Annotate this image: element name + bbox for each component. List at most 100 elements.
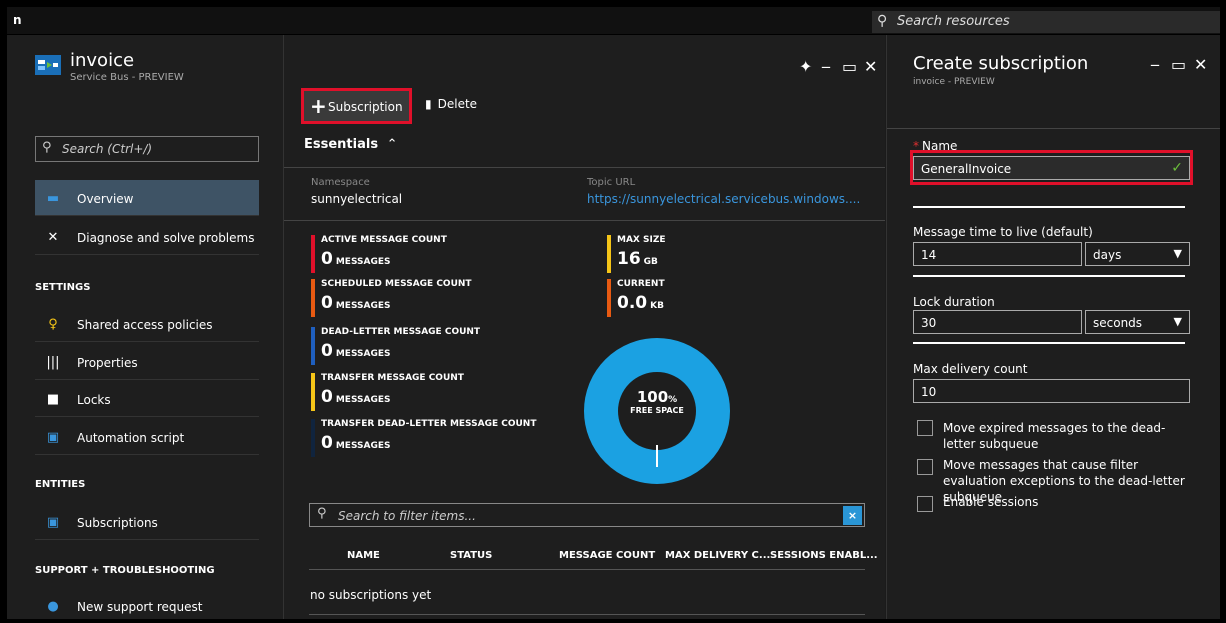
lock-duration-input[interactable]: 30 [913,310,1082,334]
nav-item-shared-access-policies[interactable]: ♀ Shared access policies [35,306,259,342]
metric-label: ACTIVE MESSAGE COUNT [321,235,447,245]
ttl-input-value: 14 [921,248,937,262]
column-header-sessions-enabled[interactable]: SESSIONS ENABL... [770,550,878,561]
minimize-icon[interactable]: _ [822,49,830,68]
metric-color-bar [311,419,315,457]
ttl-unit-value: days [1093,248,1122,262]
chevron-up-icon: ⌃ [386,137,398,152]
minimize-icon[interactable]: _ [1151,47,1159,66]
checkmark-icon: ✓ [1171,160,1183,176]
subscription-button-label: Subscription [328,100,403,114]
donut-value-number: 100 [636,388,669,406]
app-letter: n [13,13,22,27]
metric-unit: MESSAGES [335,257,391,267]
column-header-message-count[interactable]: MESSAGE COUNT [559,550,655,561]
nav-item-label: New support request [77,600,203,614]
delete-button[interactable]: ▮ Delete [425,97,477,111]
blade-header: invoice Service Bus - PREVIEW ✦ _ ▭ ✕ [7,35,885,127]
maximize-icon[interactable]: ▭ [1171,55,1186,74]
script-icon: ▣ [46,430,60,445]
subscriptions-icon: ▣ [46,515,60,530]
essentials-title: Essentials [304,137,379,152]
max-delivery-input[interactable]: 10 [913,379,1190,403]
ttl-input[interactable]: 14 [913,242,1082,266]
search-icon: ⚲ [42,140,52,155]
metric-unit: MESSAGES [335,441,391,451]
max-delivery-value: 10 [921,385,937,399]
column-header-name[interactable]: NAME [347,550,380,561]
metric-unit: KB [650,301,664,311]
essentials-panel: Essentials ⌃ Namespace sunnyelectrical T… [284,127,885,619]
metric-value: 0 [321,341,333,361]
left-nav: ⚲ Search (Ctrl+/) ▬ Overview ✕ Diagnose … [29,127,265,619]
nav-search-placeholder: Search (Ctrl+/) [62,142,153,156]
nav-item-subscriptions[interactable]: ▣ Subscriptions [35,504,259,540]
metric-value: 0 [321,433,333,453]
divider [913,342,1185,344]
search-resources-input[interactable]: ⚲ Search resources [872,11,1220,33]
column-header-status[interactable]: STATUS [450,550,492,561]
search-icon: ⚲ [877,13,888,29]
donut-value: 100% [584,388,730,406]
metric-label: TRANSFER DEAD-LETTER MESSAGE COUNT [321,419,537,429]
metric-unit: MESSAGES [335,349,391,359]
nav-item-label: Subscriptions [77,516,158,530]
blade-subtitle: Service Bus - PREVIEW [70,72,184,83]
dead-letter-expired-checkbox[interactable] [917,420,933,436]
key-icon: ♀ [48,317,58,332]
metric-unit: MESSAGES [335,301,391,311]
empty-table-message: no subscriptions yet [310,588,432,602]
nav-search-input[interactable]: ⚲ Search (Ctrl+/) [35,136,259,162]
topic-url-link[interactable]: https://sunnyelectrical.servicebus.windo… [587,192,860,206]
metric-color-bar [311,373,315,411]
nav-item-new-support-request[interactable]: ● New support request [35,588,259,619]
metric-label: DEAD-LETTER MESSAGE COUNT [321,327,481,337]
enable-sessions-label: Enable sessions [943,495,1039,509]
divider [309,569,865,570]
clear-filter-button[interactable]: × [843,506,862,525]
delete-button-label: Delete [437,97,478,111]
close-icon[interactable]: ✕ [1194,55,1207,74]
nav-item-locks[interactable]: ■ Locks [35,381,259,417]
metric-unit: GB [643,257,658,267]
metric-color-bar [311,327,315,365]
dead-letter-filter-checkbox[interactable] [917,459,933,475]
search-placeholder: Search resources [897,14,1010,29]
nav-item-overview[interactable]: ▬ Overview [35,180,259,216]
divider [284,220,885,221]
nav-item-automation-script[interactable]: ▣ Automation script [35,419,259,455]
chevron-down-icon: ▼ [1173,315,1182,328]
lock-duration-value: 30 [921,316,937,330]
metric-unit: MESSAGES [335,395,391,405]
metric-label: TRANSFER MESSAGE COUNT [321,373,464,383]
pin-icon[interactable]: ✦ [799,57,812,76]
add-subscription-button[interactable]: + Subscription [301,88,412,124]
lock-unit-select[interactable]: seconds ▼ [1085,310,1190,334]
wrench-icon: ✕ [47,230,59,245]
support-icon: ● [47,599,59,614]
invoice-blade: invoice Service Bus - PREVIEW ✦ _ ▭ ✕ + … [7,35,885,619]
nav-item-label: Shared access policies [77,318,213,332]
close-icon[interactable]: ✕ [864,57,877,76]
plus-icon: + [310,94,327,118]
maximize-icon[interactable]: ▭ [842,57,857,76]
divider [309,614,865,615]
nav-item-properties[interactable]: ||| Properties [35,344,259,380]
ttl-label: Message time to live (default) [913,225,1093,239]
essentials-toggle[interactable]: Essentials ⌃ [304,137,398,152]
divider [887,128,1220,129]
settings-header: SETTINGS [35,282,91,293]
blade-subtitle: invoice - PREVIEW [913,77,995,87]
overview-icon: ▬ [46,191,60,206]
topic-url-label: Topic URL [587,177,636,188]
column-header-max-delivery[interactable]: MAX DELIVERY C... [665,550,770,561]
ttl-unit-select[interactable]: days ▼ [1085,242,1190,266]
nav-item-diagnose[interactable]: ✕ Diagnose and solve problems [35,219,259,255]
metric-label: CURRENT [617,279,665,289]
lock-unit-value: seconds [1093,316,1143,330]
enable-sessions-checkbox[interactable] [917,496,933,512]
name-input[interactable]: GeneralInvoice ✓ [913,156,1190,180]
filter-input[interactable]: ⚲ Search to filter items... × [309,503,865,527]
lock-icon: ■ [46,392,60,407]
nav-item-label: Locks [77,393,111,407]
